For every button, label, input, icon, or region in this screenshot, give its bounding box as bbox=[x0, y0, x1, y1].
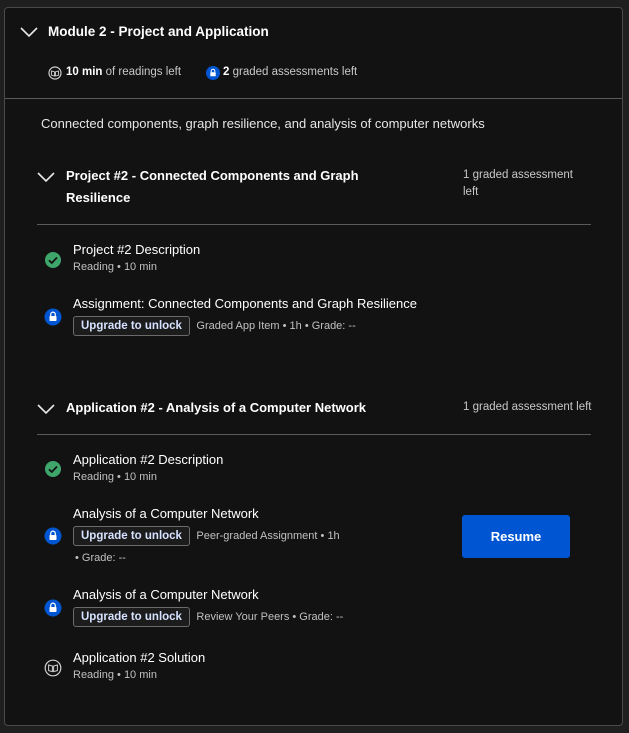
list-item[interactable]: Assignment: Connected Components and Gra… bbox=[73, 296, 417, 336]
item-subtitle: Peer-graded Assignment • 1h bbox=[196, 530, 340, 542]
item-title[interactable]: Application #2 Solution bbox=[73, 650, 205, 665]
lock-icon bbox=[44, 599, 62, 617]
section-title-line: Resilience bbox=[66, 190, 131, 205]
list-item[interactable]: Project #2 Description Reading • 10 min bbox=[73, 242, 200, 273]
graded-left: 2 graded assessments left bbox=[223, 66, 357, 78]
header-divider bbox=[5, 98, 622, 99]
item-subtitle: Review Your Peers • Grade: -- bbox=[196, 611, 344, 623]
section-graded-left: 1 graded assessment left bbox=[463, 401, 592, 413]
check-icon bbox=[44, 460, 62, 478]
item-subtitle: Reading • 10 min bbox=[73, 669, 157, 681]
lock-icon bbox=[44, 308, 62, 326]
chevron-down-icon[interactable] bbox=[37, 172, 55, 182]
upgrade-button[interactable]: Upgrade to unlock bbox=[73, 607, 190, 627]
readings-left: 10 min of readings left bbox=[66, 66, 181, 78]
section-graded-line: left bbox=[463, 186, 479, 198]
item-meta-row: Upgrade to unlock Graded App Item • 1h •… bbox=[73, 316, 417, 336]
readings-value: 10 min bbox=[66, 66, 103, 78]
section-graded-left: 1 graded assessment left bbox=[463, 167, 593, 201]
item-title[interactable]: Analysis of a Computer Network bbox=[73, 506, 340, 521]
item-title[interactable]: Project #2 Description bbox=[73, 242, 200, 257]
item-meta-row: Upgrade to unlock Peer-graded Assignment… bbox=[73, 526, 340, 546]
list-item[interactable]: Analysis of a Computer Network Upgrade t… bbox=[73, 587, 343, 627]
list-item[interactable]: Analysis of a Computer Network Upgrade t… bbox=[73, 506, 340, 564]
readings-suffix: of readings left bbox=[105, 66, 182, 78]
section-title-line: Project #2 - Connected Components and Gr… bbox=[66, 168, 359, 183]
list-item[interactable]: Application #2 Solution Reading • 10 min bbox=[73, 650, 205, 681]
item-title[interactable]: Assignment: Connected Components and Gra… bbox=[73, 296, 417, 311]
item-subtitle: Reading • 10 min bbox=[73, 471, 157, 483]
section-graded-line: 1 graded assessment bbox=[463, 169, 573, 181]
chevron-down-icon[interactable] bbox=[20, 27, 38, 37]
list-item[interactable]: Application #2 Description Reading • 10 … bbox=[73, 452, 223, 483]
book-icon bbox=[44, 659, 62, 677]
reading-icon bbox=[48, 66, 62, 80]
resume-button[interactable]: Resume bbox=[462, 515, 570, 558]
item-subtitle: Reading • 10 min bbox=[73, 261, 157, 273]
chevron-down-icon[interactable] bbox=[37, 404, 55, 414]
upgrade-button[interactable]: Upgrade to unlock bbox=[73, 316, 190, 336]
lock-icon bbox=[44, 527, 62, 545]
check-icon bbox=[44, 251, 62, 269]
module-description: Connected components, graph resilience, … bbox=[41, 116, 485, 131]
item-subtitle: Graded App Item • 1h • Grade: -- bbox=[196, 320, 356, 332]
upgrade-button[interactable]: Upgrade to unlock bbox=[73, 526, 190, 546]
graded-value: 2 bbox=[223, 66, 230, 78]
graded-suffix: graded assessments left bbox=[232, 66, 358, 78]
module-title[interactable]: Module 2 - Project and Application bbox=[48, 24, 269, 39]
section-title-project-2[interactable]: Project #2 - Connected Components and Gr… bbox=[66, 165, 406, 209]
lock-icon bbox=[206, 66, 220, 80]
item-title[interactable]: Application #2 Description bbox=[73, 452, 223, 467]
item-title[interactable]: Analysis of a Computer Network bbox=[73, 587, 343, 602]
section-title-application-2[interactable]: Application #2 - Analysis of a Computer … bbox=[66, 397, 366, 419]
section-divider bbox=[37, 434, 591, 435]
item-meta-row: Upgrade to unlock Review Your Peers • Gr… bbox=[73, 607, 343, 627]
section-divider bbox=[37, 224, 591, 225]
item-grade: • Grade: -- bbox=[75, 552, 126, 564]
